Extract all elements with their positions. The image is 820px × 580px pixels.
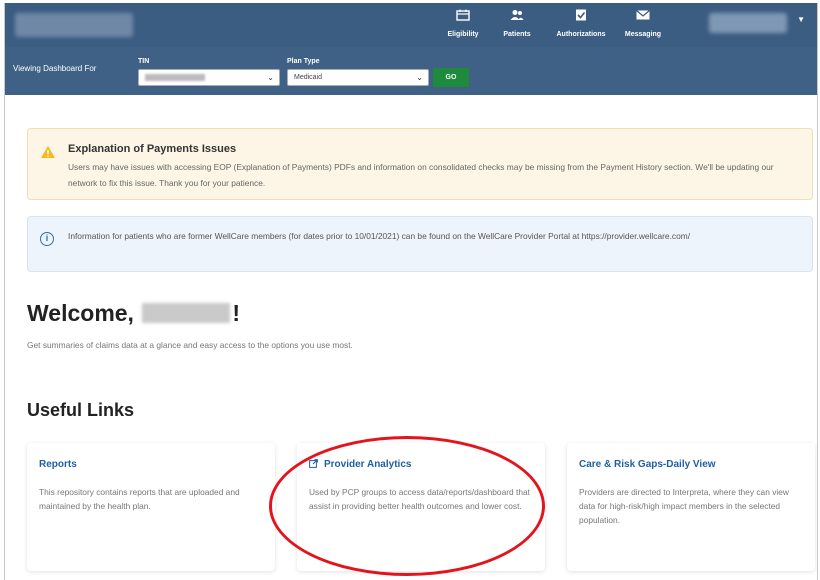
checkbox-icon [576, 9, 586, 21]
warning-icon [41, 146, 55, 158]
card-description: Providers are directed to Interpreta, wh… [579, 487, 789, 525]
go-button[interactable]: GO [433, 68, 469, 87]
payments-issue-alert: Explanation of Payments Issues Users may… [27, 128, 813, 200]
nav-label: Patients [503, 31, 531, 38]
info-message: Information for patients who are former … [68, 231, 691, 241]
dashboard-filter-bar: Viewing Dashboard For TIN ⌄ Plan Type Me… [5, 47, 817, 95]
plan-type-select[interactable]: Medicaid ⌄ [287, 69, 429, 86]
page-frame: Eligibility Patients Authorizations Mess… [4, 3, 818, 580]
welcome-heading: Welcome, ! [27, 300, 240, 327]
welcome-exclamation: ! [232, 300, 241, 326]
card-description: Used by PCP groups to access data/report… [309, 487, 530, 511]
nav-authorizations[interactable]: Authorizations [549, 9, 613, 41]
plan-type-label: Plan Type [287, 58, 320, 65]
tin-label: TIN [138, 58, 150, 65]
welcome-greeting: Welcome, [27, 300, 134, 326]
reports-card: Reports This repository contains reports… [27, 443, 275, 571]
external-link-icon [309, 459, 318, 468]
card-description: This repository contains reports that ar… [39, 487, 240, 511]
chevron-down-icon[interactable]: ▼ [797, 15, 805, 24]
reports-link[interactable]: Reports [39, 459, 77, 470]
alert-title: Explanation of Payments Issues [68, 143, 237, 155]
alert-message: Users may have issues with accessing EOP… [68, 162, 774, 188]
tin-select[interactable]: ⌄ [138, 69, 280, 86]
care-risk-gaps-link[interactable]: Care & Risk Gaps-Daily View [579, 459, 716, 470]
welcome-subtitle: Get summaries of claims data at a glance… [27, 340, 353, 350]
nav-patients[interactable]: Patients [485, 9, 549, 41]
info-icon: i [40, 232, 54, 246]
chevron-down-icon: ⌄ [267, 73, 274, 82]
nav-label: Messaging [624, 31, 662, 38]
top-nav-bar: Eligibility Patients Authorizations Mess… [5, 3, 817, 47]
nav-label: Eligibility [447, 31, 479, 38]
nav-label: Authorizations [556, 31, 606, 38]
envelope-icon [636, 10, 650, 20]
tin-value-redacted [145, 74, 205, 81]
chevron-down-icon: ⌄ [416, 73, 423, 82]
wellcare-info-alert: i Information for patients who are forme… [27, 216, 813, 272]
nav-messaging[interactable]: Messaging [611, 9, 675, 41]
plan-type-value: Medicaid [294, 74, 323, 81]
calendar-icon [456, 9, 470, 21]
user-name-redacted [142, 303, 231, 323]
care-risk-gaps-card: Care & Risk Gaps-Daily View Providers ar… [567, 443, 815, 571]
useful-links-heading: Useful Links [27, 400, 135, 420]
provider-analytics-link[interactable]: Provider Analytics [309, 459, 411, 470]
user-menu-redacted[interactable] [709, 13, 787, 33]
provider-analytics-card: Provider Analytics Used by PCP groups to… [297, 443, 545, 571]
viewing-dashboard-label: Viewing Dashboard For [13, 64, 97, 73]
people-icon [510, 10, 524, 20]
card-title-text: Provider Analytics [324, 459, 412, 470]
logo-redacted [15, 13, 133, 37]
